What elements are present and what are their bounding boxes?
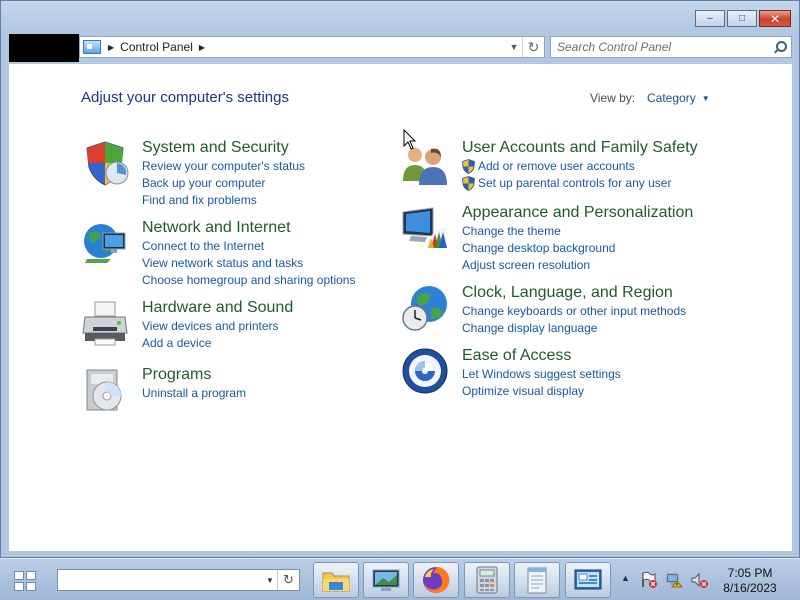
breadcrumb-arrow-icon[interactable]: ▶ <box>199 43 205 52</box>
uac-shield-icon <box>462 159 475 174</box>
link-uninstall-program[interactable]: Uninstall a program <box>142 385 442 402</box>
link-optimize-display[interactable]: Optimize visual display <box>462 383 762 400</box>
content-pane: Adjust your computer's settings View by:… <box>9 64 792 551</box>
link-connect-internet[interactable]: Connect to the Internet <box>142 238 442 255</box>
breadcrumb-control-panel[interactable]: Control Panel <box>120 40 193 54</box>
link-suggest-settings[interactable]: Let Windows suggest settings <box>462 366 762 383</box>
uac-shield-icon <box>462 176 475 191</box>
minimize-button[interactable]: ‒ <box>695 10 725 27</box>
chevron-down-icon[interactable]: ▼ <box>702 94 710 103</box>
firefox-icon[interactable] <box>413 562 459 598</box>
link-find-fix-problems[interactable]: Find and fix problems <box>142 192 442 209</box>
notepad-icon[interactable] <box>514 562 560 598</box>
link-add-remove-users[interactable]: Add or remove user accounts <box>462 158 762 175</box>
link-display-language[interactable]: Change display language <box>462 320 762 337</box>
action-center-flag-icon[interactable] <box>640 571 658 589</box>
refresh-button[interactable]: ↻ <box>522 37 544 57</box>
link-screen-resolution[interactable]: Adjust screen resolution <box>462 257 762 274</box>
link-backup[interactable]: Back up your computer <box>142 175 442 192</box>
link-devices-printers[interactable]: View devices and printers <box>142 318 442 335</box>
taskbar-refresh-button[interactable]: ↻ <box>277 570 299 590</box>
maximize-button[interactable]: □ <box>727 10 757 27</box>
chevron-down-icon[interactable]: ▼ <box>263 576 277 585</box>
page-title: Adjust your computer's settings <box>81 89 289 106</box>
monitor-palette-icon[interactable] <box>401 204 449 252</box>
view-by-label: View by: <box>590 91 636 105</box>
system-security-shield-icon[interactable] <box>81 139 129 187</box>
programs-disc-icon[interactable] <box>81 366 129 414</box>
address-bar[interactable]: ▶ Control Panel ▶ ▼ ↻ <box>79 36 545 58</box>
link-desktop-background[interactable]: Change desktop background <box>462 240 762 257</box>
system-clock[interactable]: 7:05 PM 8/16/2023 <box>716 566 784 596</box>
view-by-dropdown[interactable]: Category ▼ <box>647 91 710 105</box>
taskbar-address-toolbar[interactable]: ▼ ↻ <box>57 569 300 591</box>
show-hidden-icons-button[interactable]: ▲ <box>621 573 630 583</box>
caption-buttons: ‒ □ ✕ <box>695 10 791 27</box>
printer-icon[interactable] <box>81 299 129 347</box>
redacted-nav-buttons <box>9 34 79 62</box>
network-globe-icon[interactable] <box>81 219 129 267</box>
search-input[interactable] <box>551 38 771 56</box>
taskbar-address-input[interactable] <box>58 571 263 589</box>
link-add-device[interactable]: Add a device <box>142 335 442 352</box>
view-by-value[interactable]: Category <box>647 91 696 105</box>
breadcrumb-arrow-icon[interactable]: ▶ <box>108 43 114 52</box>
link-label[interactable]: Set up parental controls for any user <box>478 175 671 192</box>
category-title[interactable]: Ease of Access <box>462 347 762 365</box>
file-explorer-icon[interactable] <box>313 562 359 598</box>
volume-muted-icon[interactable] <box>690 571 708 589</box>
taskbar: ▼ ↻ ▲ 7:05 PM 8/16/2023 <box>0 558 800 600</box>
start-button[interactable] <box>8 568 42 594</box>
category-title[interactable]: Hardware and Sound <box>142 299 442 317</box>
search-icon[interactable] <box>771 38 791 56</box>
control-panel-window: ‒ □ ✕ ▶ Control Panel ▶ ▼ ↻ Adjust your … <box>0 0 800 558</box>
category-title[interactable]: User Accounts and Family Safety <box>462 139 762 157</box>
category-title[interactable]: Programs <box>142 366 442 384</box>
network-icon[interactable] <box>665 571 683 589</box>
control-panel-icon[interactable] <box>565 562 611 598</box>
clock-date: 8/16/2023 <box>723 581 777 595</box>
category-title[interactable]: Appearance and Personalization <box>462 204 762 222</box>
search-box[interactable] <box>550 36 792 58</box>
category-title[interactable]: System and Security <box>142 139 442 157</box>
link-network-status[interactable]: View network status and tasks <box>142 255 442 272</box>
calculator-icon[interactable] <box>464 562 510 598</box>
ease-of-access-icon[interactable] <box>401 347 449 395</box>
mouse-cursor-icon <box>403 129 417 150</box>
link-change-theme[interactable]: Change the theme <box>462 223 762 240</box>
control-panel-icon <box>83 40 101 54</box>
address-history-dropdown[interactable]: ▼ <box>506 37 522 57</box>
category-title[interactable]: Clock, Language, and Region <box>462 284 762 302</box>
link-label[interactable]: Add or remove user accounts <box>478 158 635 175</box>
link-review-status[interactable]: Review your computer's status <box>142 158 442 175</box>
link-parental-controls[interactable]: Set up parental controls for any user <box>462 175 762 192</box>
category-title[interactable]: Network and Internet <box>142 219 442 237</box>
close-button[interactable]: ✕ <box>759 10 791 27</box>
clock-time: 7:05 PM <box>727 566 773 580</box>
link-homegroup[interactable]: Choose homegroup and sharing options <box>142 272 442 289</box>
link-change-keyboards[interactable]: Change keyboards or other input methods <box>462 303 762 320</box>
remote-desktop-icon[interactable] <box>363 562 409 598</box>
clock-globe-icon[interactable] <box>401 284 449 332</box>
